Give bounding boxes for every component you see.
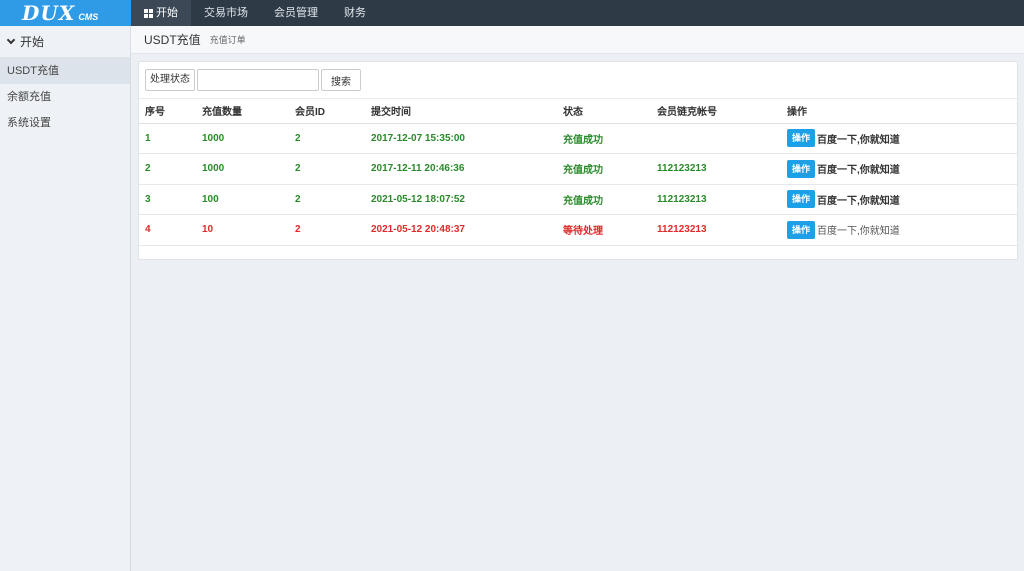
- table-row: 3 100 2 2021-05-12 18:07:52 充值成功 1121232…: [139, 184, 1017, 215]
- cell-account: [651, 123, 781, 154]
- search-button[interactable]: 搜索: [321, 69, 361, 91]
- cell-member-id: 2: [289, 184, 365, 215]
- sidebar-item-settings[interactable]: 系统设置: [0, 110, 130, 136]
- table-row: 4 10 2 2021-05-12 20:48:37 等待处理 11212321…: [139, 214, 1017, 246]
- orders-panel: 处理状态 搜索 序号 充值数量 会员ID 提交时间 状态 会员链克帐号 操作 1…: [138, 61, 1018, 260]
- sidebar-group-start[interactable]: 开始: [0, 26, 130, 58]
- operate-button[interactable]: 操作: [787, 190, 816, 209]
- cell-status: 充值成功: [557, 123, 651, 154]
- cell-status: 充值成功: [557, 184, 651, 215]
- baidu-link[interactable]: 百度一下,你就知道: [817, 226, 900, 237]
- logo-main: DUX: [22, 1, 76, 25]
- column-header: 序号: [139, 99, 196, 124]
- filter-bar: 处理状态 搜索: [139, 62, 1017, 99]
- cell-id: 2: [139, 153, 196, 185]
- sidebar-group-label: 开始: [20, 35, 45, 49]
- nav-item-members[interactable]: 会员管理: [261, 0, 331, 26]
- cell-member-id: 2: [289, 214, 365, 246]
- column-header: 状态: [557, 99, 651, 124]
- cell-time: 2017-12-07 15:35:00: [365, 123, 557, 154]
- orders-table: 序号 充值数量 会员ID 提交时间 状态 会员链克帐号 操作 1 1000 2 …: [139, 99, 1017, 246]
- cell-time: 2021-05-12 20:48:37: [365, 214, 557, 246]
- baidu-link[interactable]: 百度一下,你就知道: [817, 165, 900, 176]
- cell-status: 等待处理: [557, 214, 651, 246]
- sidebar-item-usdt-recharge[interactable]: USDT充值: [0, 58, 130, 84]
- nav-item-market[interactable]: 交易市场: [191, 0, 261, 26]
- column-header: 会员ID: [289, 99, 365, 124]
- nav-item-label: 会员管理: [274, 7, 318, 19]
- search-input[interactable]: [197, 69, 319, 91]
- cell-account: 112123213: [651, 184, 781, 215]
- nav-item-label: 交易市场: [204, 7, 248, 19]
- baidu-link[interactable]: 百度一下,你就知道: [817, 135, 900, 146]
- operate-button[interactable]: 操作: [787, 129, 816, 148]
- nav-item-start[interactable]: 开始: [131, 0, 191, 26]
- cell-account: 112123213: [651, 214, 781, 246]
- windows-icon: [144, 8, 153, 18]
- cell-actions: 操作 百度一下,你就知道: [781, 184, 1017, 215]
- cell-time: 2021-05-12 18:07:52: [365, 184, 557, 215]
- cell-amount: 1000: [196, 153, 289, 185]
- nav-item-label: 财务: [344, 7, 366, 19]
- top-bar: DUX CMS 开始 交易市场 会员管理 财务: [0, 0, 1024, 26]
- cell-time: 2017-12-11 20:46:36: [365, 153, 557, 185]
- logo-sub: CMS: [78, 12, 99, 22]
- page-subtitle: 充值订单: [209, 35, 246, 45]
- operate-button[interactable]: 操作: [787, 159, 816, 178]
- cell-actions: 操作 百度一下,你就知道: [781, 123, 1017, 154]
- sidebar: 开始 USDT充值 余额充值 系统设置: [0, 26, 131, 571]
- nav-item-finance[interactable]: 财务: [331, 0, 379, 26]
- cell-account: 112123213: [651, 153, 781, 185]
- cell-id: 1: [139, 123, 196, 154]
- baidu-link[interactable]: 百度一下,你就知道: [817, 196, 900, 207]
- chevron-down-icon: [6, 35, 16, 45]
- top-nav: 开始 交易市场 会员管理 财务: [131, 0, 379, 26]
- cell-actions: 操作 百度一下,你就知道: [781, 214, 1017, 246]
- cell-id: 4: [139, 214, 196, 246]
- cell-id: 3: [139, 184, 196, 215]
- operate-button[interactable]: 操作: [787, 220, 816, 239]
- cell-member-id: 2: [289, 153, 365, 185]
- cell-actions: 操作 百度一下,你就知道: [781, 153, 1017, 185]
- cell-status: 充值成功: [557, 153, 651, 185]
- cell-amount: 100: [196, 184, 289, 215]
- status-select[interactable]: 处理状态: [145, 69, 195, 91]
- cell-member-id: 2: [289, 123, 365, 154]
- table-row: 1 1000 2 2017-12-07 15:35:00 充值成功 操作 百度一下…: [139, 123, 1017, 154]
- column-header: 充值数量: [196, 99, 289, 124]
- column-header: 会员链克帐号: [651, 99, 781, 124]
- page-title: USDT充值: [144, 33, 201, 47]
- table-header-row: 序号 充值数量 会员ID 提交时间 状态 会员链克帐号 操作: [139, 99, 1017, 124]
- column-header: 操作: [781, 99, 1017, 124]
- table-row: 2 1000 2 2017-12-11 20:46:36 充值成功 112123…: [139, 153, 1017, 185]
- sidebar-item-balance-recharge[interactable]: 余额充值: [0, 84, 130, 110]
- logo[interactable]: DUX CMS: [0, 0, 131, 26]
- cell-amount: 10: [196, 214, 289, 246]
- column-header: 提交时间: [365, 99, 557, 124]
- cell-amount: 1000: [196, 123, 289, 154]
- nav-item-label: 开始: [156, 7, 178, 19]
- breadcrumb: USDT充值 充值订单: [131, 26, 1024, 54]
